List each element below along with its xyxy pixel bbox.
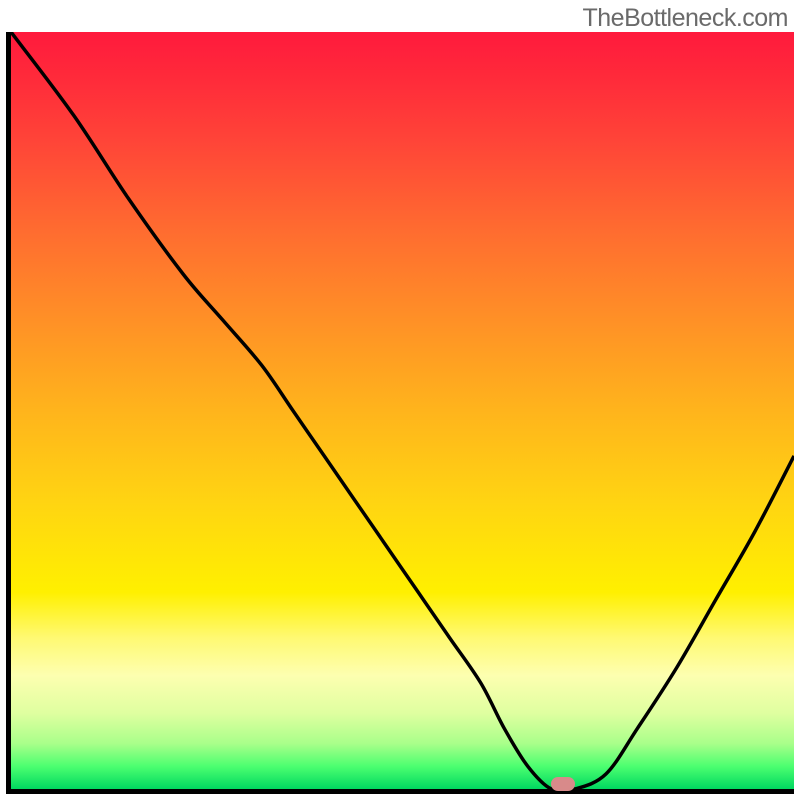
optimum-marker-icon xyxy=(551,777,575,791)
chart-plot-area xyxy=(6,32,794,794)
bottleneck-curve xyxy=(11,32,794,789)
watermark-text: TheBottleneck.com xyxy=(583,4,789,33)
